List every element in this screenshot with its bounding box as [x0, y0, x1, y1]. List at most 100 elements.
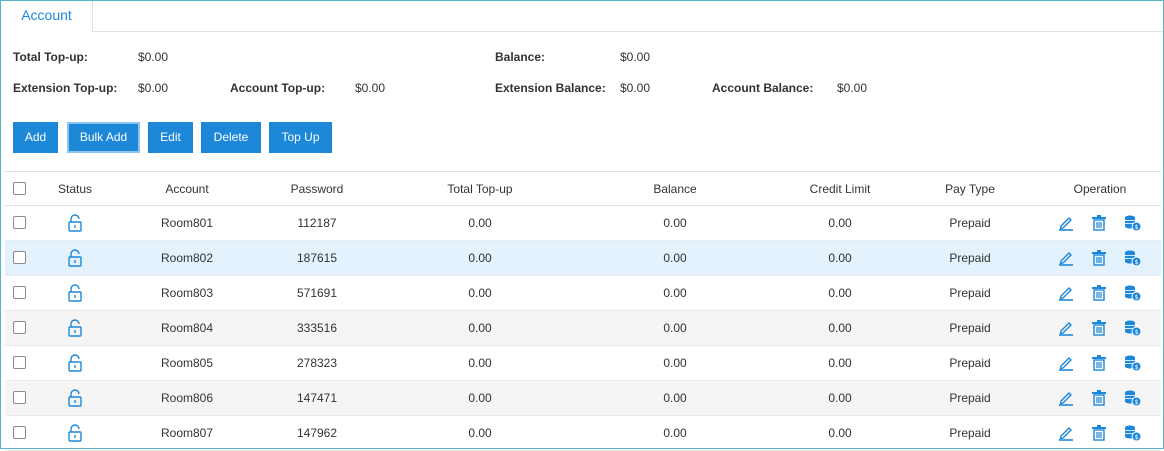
account-topup-value: $0.00	[355, 81, 386, 95]
extension-topup-value: $0.00	[138, 81, 169, 95]
pencil-icon[interactable]	[1058, 355, 1074, 374]
row-checkbox[interactable]	[13, 286, 26, 299]
row-checkbox[interactable]	[13, 426, 26, 439]
account-balance-value: $0.00	[837, 81, 868, 95]
cell-balance: 0.00	[663, 426, 687, 440]
unlock-icon	[67, 214, 83, 235]
coins-icon[interactable]: $	[1124, 319, 1142, 340]
extension-topup-label: Extension Top-up:	[13, 81, 118, 95]
trash-icon[interactable]	[1091, 214, 1107, 234]
table-row[interactable]: Room804 333516 0.00 0.00 0.00 Prepaid $	[5, 311, 1161, 346]
cell-account: Room807	[160, 426, 214, 440]
pencil-icon[interactable]	[1058, 425, 1074, 444]
select-all-checkbox[interactable]	[13, 182, 26, 195]
coins-icon[interactable]: $	[1124, 249, 1142, 270]
cell-total-topup: 0.00	[468, 321, 492, 335]
cell-credit-limit: 0.00	[828, 251, 852, 265]
pencil-icon[interactable]	[1058, 320, 1074, 339]
trash-icon[interactable]	[1091, 284, 1107, 304]
cell-total-topup: 0.00	[468, 426, 492, 440]
cell-account: Room806	[160, 391, 214, 405]
cell-password: 147471	[296, 391, 338, 405]
table-row[interactable]: Room805 278323 0.00 0.00 0.00 Prepaid $	[5, 346, 1161, 381]
trash-icon[interactable]	[1091, 389, 1107, 409]
header-balance[interactable]: Balance	[630, 172, 720, 206]
svg-text:$: $	[1135, 224, 1139, 231]
cell-pay-type: Prepaid	[949, 286, 991, 300]
pencil-icon[interactable]	[1058, 390, 1074, 409]
header-password[interactable]: Password	[275, 172, 359, 206]
cell-total-topup: 0.00	[468, 216, 492, 230]
trash-icon[interactable]	[1091, 249, 1107, 269]
edit-button[interactable]: Edit	[148, 122, 193, 153]
tab-bar: Account	[1, 1, 1163, 32]
svg-text:$: $	[1135, 294, 1139, 301]
cell-credit-limit: 0.00	[828, 391, 852, 405]
table-row[interactable]: Room806 147471 0.00 0.00 0.00 Prepaid $	[5, 381, 1161, 416]
svg-text:$: $	[1135, 259, 1139, 266]
svg-text:$: $	[1135, 329, 1139, 336]
header-credit-limit[interactable]: Credit Limit	[790, 172, 890, 206]
cell-account: Room804	[160, 321, 214, 335]
cell-password: 278323	[296, 356, 338, 370]
cell-balance: 0.00	[663, 356, 687, 370]
row-checkbox[interactable]	[13, 216, 26, 229]
top-up-button[interactable]: Top Up	[269, 122, 332, 153]
svg-text:$: $	[1135, 399, 1139, 406]
cell-balance: 0.00	[663, 216, 687, 230]
cell-password: 112187	[297, 216, 337, 230]
cell-account: Room802	[160, 251, 214, 265]
cell-password: 147962	[296, 426, 338, 440]
coins-icon[interactable]: $	[1124, 424, 1142, 445]
add-button[interactable]: Add	[13, 122, 58, 153]
cell-credit-limit: 0.00	[828, 321, 852, 335]
table-header: Status Account Password Total Top-up Bal…	[5, 171, 1161, 206]
unlock-icon	[67, 389, 83, 410]
cell-password: 333516	[296, 321, 338, 335]
unlock-icon	[67, 354, 83, 375]
extension-balance-value: $0.00	[620, 81, 651, 95]
trash-icon[interactable]	[1091, 424, 1107, 444]
cell-pay-type: Prepaid	[949, 356, 991, 370]
unlock-icon	[67, 284, 83, 305]
balance-value: $0.00	[620, 50, 651, 64]
row-checkbox[interactable]	[13, 356, 26, 369]
coins-icon[interactable]: $	[1124, 284, 1142, 305]
unlock-icon	[67, 319, 83, 340]
cell-total-topup: 0.00	[468, 286, 492, 300]
cell-pay-type: Prepaid	[949, 321, 991, 335]
tab-account[interactable]: Account	[1, 1, 93, 32]
row-checkbox[interactable]	[13, 321, 26, 334]
header-account[interactable]: Account	[145, 172, 229, 206]
table-row[interactable]: Room807 147962 0.00 0.00 0.00 Prepaid $	[5, 416, 1161, 451]
account-panel: Account Total Top-up: $0.00 Balance: $0.…	[0, 0, 1164, 451]
trash-icon[interactable]	[1091, 319, 1107, 339]
svg-text:$: $	[1135, 364, 1139, 371]
unlock-icon	[67, 249, 83, 270]
table-row[interactable]: Room802 187615 0.00 0.00 0.00 Prepaid $	[5, 241, 1161, 276]
header-total-topup[interactable]: Total Top-up	[425, 172, 535, 206]
table-row[interactable]: Room801 112187 0.00 0.00 0.00 Prepaid $	[5, 206, 1161, 241]
coins-icon[interactable]: $	[1124, 354, 1142, 375]
cell-credit-limit: 0.00	[828, 356, 852, 370]
header-status[interactable]: Status	[45, 172, 105, 206]
pencil-icon[interactable]	[1058, 215, 1074, 234]
pencil-icon[interactable]	[1058, 285, 1074, 304]
row-checkbox[interactable]	[13, 391, 26, 404]
cell-credit-limit: 0.00	[828, 286, 852, 300]
cell-total-topup: 0.00	[468, 391, 492, 405]
table-row[interactable]: Room803 571691 0.00 0.00 0.00 Prepaid $	[5, 276, 1161, 311]
delete-button[interactable]: Delete	[201, 122, 261, 153]
pencil-icon[interactable]	[1058, 250, 1074, 269]
bulk-add-button[interactable]: Bulk Add	[67, 122, 140, 153]
row-checkbox[interactable]	[13, 251, 26, 264]
coins-icon[interactable]: $	[1124, 389, 1142, 410]
cell-password: 187615	[296, 251, 338, 265]
cell-pay-type: Prepaid	[949, 251, 991, 265]
total-topup-label: Total Top-up:	[13, 50, 88, 64]
trash-icon[interactable]	[1091, 354, 1107, 374]
cell-balance: 0.00	[663, 391, 687, 405]
coins-icon[interactable]: $	[1124, 214, 1142, 235]
cell-account: Room801	[160, 216, 214, 230]
cell-balance: 0.00	[663, 251, 687, 265]
